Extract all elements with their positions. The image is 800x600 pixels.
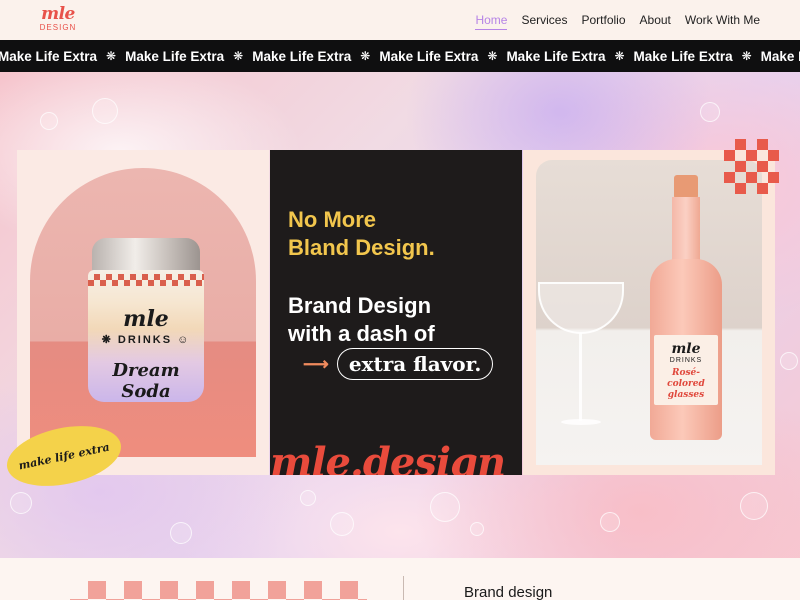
headline-line-1: No More — [288, 207, 376, 232]
services-section: Brand design — [0, 558, 800, 600]
nav-link-services[interactable]: Services — [521, 13, 567, 30]
bottle-drinks-text: DRINKS — [669, 357, 703, 364]
asterisk-icon: ❋ — [487, 49, 498, 63]
subheadline-line-2: with a dash of — [288, 321, 435, 346]
marquee-text: Make Life Extra — [633, 48, 733, 64]
logo-mark: mle — [41, 4, 75, 24]
footer-wordmark: mle.design — [270, 439, 506, 475]
marquee-banner: Make Life Extra ❋ Make Life Extra ❋ Make Lif… — [0, 40, 800, 72]
marquee-track: Make Life Extra ❋ Make Life Extra ❋ Make Lif… — [0, 49, 800, 64]
bubble-decoration — [740, 492, 768, 520]
asterisk-icon: ❋ — [741, 49, 752, 63]
nav-link-about[interactable]: About — [640, 13, 671, 30]
service-title: Brand design — [464, 584, 553, 600]
marquee-text: Make Life Extra — [0, 48, 98, 64]
bubble-decoration — [700, 102, 720, 122]
bottle-neck — [672, 197, 700, 267]
checker-band-decoration — [70, 581, 367, 600]
sticker-text: make life extra — [17, 440, 111, 472]
marquee-text: Make Life Extra — [125, 48, 225, 64]
can-product-name: Dream Soda — [112, 360, 180, 402]
hero-panel-headline: No More Bland Design. Brand Design with … — [270, 150, 522, 475]
subheadline-line-1: Brand Design — [288, 293, 432, 318]
bubble-decoration — [600, 512, 620, 532]
logo-subtitle: DESIGN — [39, 23, 77, 32]
marquee-text: Make Life Extra — [506, 48, 606, 64]
bubble-decoration — [330, 512, 354, 536]
marquee-text: Make Life Extra — [252, 48, 352, 64]
extra-flavor-pill: extra flavor. — [336, 348, 494, 380]
site-header: mle DESIGN Home Services Portfolio About… — [0, 0, 800, 40]
wine-bottle-image: mle DRINKS Rosé-colored glasses — [650, 175, 722, 440]
bubble-decoration — [470, 522, 484, 536]
bubble-decoration — [40, 112, 58, 130]
extra-flavor-row: ⟶ extra flavor. — [303, 348, 494, 380]
bubble-decoration — [300, 490, 316, 506]
can-brand-text: mle — [123, 306, 169, 332]
asterisk-icon: ❋ — [233, 49, 244, 63]
can-drinks-text: ❋ DRINKS ☺ — [101, 334, 191, 346]
subheadline: Brand Design with a dash of — [288, 292, 435, 348]
logo[interactable]: mle DESIGN — [38, 4, 78, 33]
bubble-decoration — [92, 98, 118, 124]
headline-line-2: Bland Design. — [288, 235, 435, 260]
headline: No More Bland Design. — [288, 206, 435, 262]
asterisk-icon: ❋ — [360, 49, 371, 63]
bubble-decoration — [170, 522, 192, 544]
bubble-decoration — [780, 352, 798, 370]
bottle-product-name: Rosé-colored glasses — [667, 368, 705, 400]
bubble-decoration — [430, 492, 460, 522]
can-checker-band — [88, 274, 204, 286]
can-lid — [92, 238, 200, 274]
nav-link-portfolio[interactable]: Portfolio — [581, 13, 625, 30]
main-nav: Home Services Portfolio About Work With … — [475, 13, 760, 30]
marquee-text: Make Life Extra — [379, 48, 479, 64]
martini-glass-base — [561, 419, 601, 425]
bottle-label: mle DRINKS Rosé-colored glasses — [654, 335, 718, 405]
bottle-brand-text: mle — [671, 341, 701, 357]
checker-decoration — [724, 139, 779, 194]
nav-link-home[interactable]: Home — [475, 13, 508, 30]
asterisk-icon: ❋ — [614, 49, 625, 63]
soda-can-image: mle ❋ DRINKS ☺ Dream Soda — [88, 238, 204, 408]
bottle-cap — [674, 175, 698, 199]
martini-glass-stem — [579, 333, 582, 421]
marquee-text: Make Life Extra — [760, 48, 800, 64]
bubble-decoration — [10, 492, 32, 514]
section-divider — [403, 576, 404, 600]
arrow-right-icon: ⟶ — [303, 353, 329, 374]
asterisk-icon: ❋ — [106, 49, 117, 63]
nav-link-work-with-me[interactable]: Work With Me — [685, 13, 760, 30]
